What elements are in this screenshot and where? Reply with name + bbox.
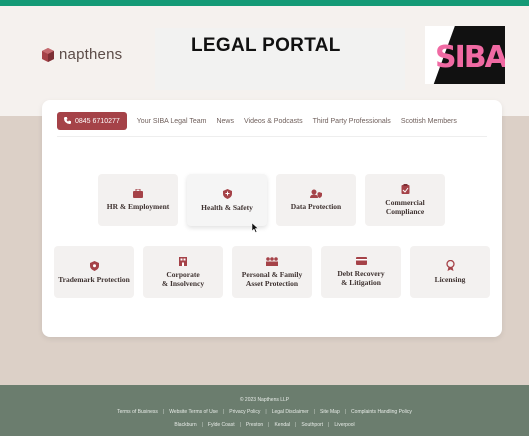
tile-trademark-protection[interactable]: Trademark Protection: [54, 246, 134, 298]
mouse-pointer-icon: [251, 220, 259, 238]
nav-divider: [57, 136, 487, 137]
phone-button[interactable]: 0845 6710277: [57, 112, 127, 130]
siba-logo-text: SIBA: [435, 40, 505, 75]
footer-link-disclaimer[interactable]: Legal Disclaimer: [272, 409, 309, 415]
shield-plus-icon: [222, 188, 232, 199]
brand-name: napthens: [59, 46, 123, 63]
portal-card: 0845 6710277 Your SIBA Legal Team News V…: [42, 100, 502, 337]
nav-link-scottish-members[interactable]: Scottish Members: [401, 118, 457, 125]
award-icon: [445, 260, 455, 271]
footer-links: Terms of Business | Website Terms of Use |…: [117, 409, 412, 415]
portal-title-box: LEGAL PORTAL: [155, 28, 405, 90]
page-title: LEGAL PORTAL: [191, 35, 341, 56]
tile-personal-family-asset[interactable]: Personal & Family Asset Protection: [232, 246, 312, 298]
office-fylde-coast[interactable]: Fylde Coast: [208, 422, 235, 428]
nav-link-videos-podcasts[interactable]: Videos & Podcasts: [244, 118, 303, 125]
nav-link-legal-team[interactable]: Your SIBA Legal Team: [137, 118, 207, 125]
phone-number: 0845 6710277: [75, 117, 120, 125]
tile-commercial-compliance[interactable]: Commercial Compliance: [365, 174, 445, 226]
briefcase-icon: [133, 189, 143, 198]
site-footer: © 2023 Napthens LLP Terms of Business | W…: [0, 385, 529, 436]
siba-logo[interactable]: SIBA: [425, 26, 505, 84]
tile-hr-employment[interactable]: HR & Employment: [98, 174, 178, 226]
napthens-logo[interactable]: napthens: [42, 46, 122, 63]
napthens-cube-icon: [42, 47, 54, 62]
office-kendal[interactable]: Kendal: [274, 422, 290, 428]
shield-icon: [89, 260, 99, 271]
office-liverpool[interactable]: Liverpool: [334, 422, 354, 428]
footer-link-complaints[interactable]: Complaints Handling Policy: [351, 409, 412, 415]
people-icon: [265, 256, 279, 266]
top-nav: 0845 6710277 Your SIBA Legal Team News V…: [57, 110, 487, 132]
footer-link-privacy[interactable]: Privacy Policy: [229, 409, 260, 415]
phone-icon: [64, 116, 71, 126]
clipboard-check-icon: [401, 184, 410, 194]
tile-licensing[interactable]: Licensing: [410, 246, 490, 298]
footer-link-sitemap[interactable]: Site Map: [320, 409, 340, 415]
user-shield-icon: [310, 189, 322, 198]
tile-health-safety[interactable]: Health & Safety: [187, 174, 267, 226]
tile-debt-recovery-litigation[interactable]: Debt Recovery & Litigation: [321, 246, 401, 298]
building-icon: [178, 256, 188, 266]
footer-link-terms-business[interactable]: Terms of Business: [117, 409, 158, 415]
tile-data-protection[interactable]: Data Protection: [276, 174, 356, 226]
footer-link-website-terms[interactable]: Website Terms of Use: [169, 409, 218, 415]
footer-office-locations: Blackburn | Fylde Coast | Preston | Kendal |…: [174, 422, 355, 428]
footer-copyright: © 2023 Napthens LLP: [239, 397, 290, 403]
tile-corporate-insolvency[interactable]: Corporate & Insolvency: [143, 246, 223, 298]
credit-card-icon: [355, 257, 367, 265]
office-blackburn[interactable]: Blackburn: [174, 422, 196, 428]
nav-link-third-party[interactable]: Third Party Professionals: [313, 118, 391, 125]
nav-link-news[interactable]: News: [216, 118, 234, 125]
office-preston[interactable]: Preston: [246, 422, 263, 428]
office-southport[interactable]: Southport: [301, 422, 323, 428]
